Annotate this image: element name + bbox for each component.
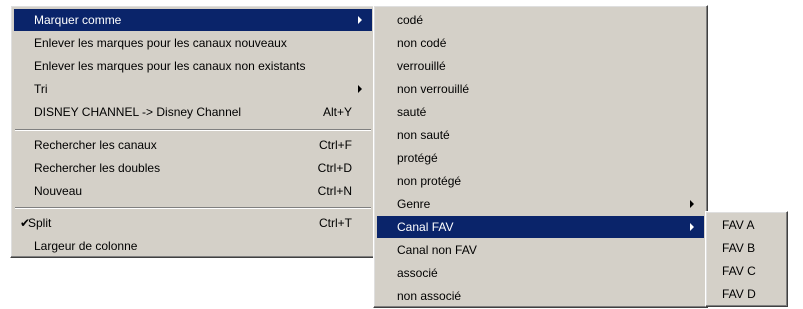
menu-item-label: FAV C xyxy=(722,264,756,278)
submenu-item-fav-c[interactable]: FAV C xyxy=(709,260,784,282)
submenu-item-genre[interactable]: Genre xyxy=(377,193,704,215)
menu-item-shortcut: Alt+Y xyxy=(322,105,352,119)
submenu-item-fav-b[interactable]: FAV B xyxy=(709,237,784,259)
menu-item-shortcut: Ctrl+F xyxy=(319,138,352,152)
submenu-marquer-comme: codé non codé verrouillé non verrouillé … xyxy=(373,5,708,308)
menu-item-label: protégé xyxy=(397,151,438,165)
menu-item-label: non protégé xyxy=(397,174,462,188)
submenu-item-fav-d[interactable]: FAV D xyxy=(709,283,784,305)
menu-item-label: Rechercher les canaux xyxy=(34,138,157,152)
menu-item-enlever-non-existants[interactable]: Enlever les marques pour les canaux non … xyxy=(14,55,372,77)
submenu-arrow-icon xyxy=(690,223,694,231)
menu-separator xyxy=(15,207,371,209)
submenu-arrow-icon xyxy=(358,16,362,24)
menu-item-label: Marquer comme xyxy=(34,13,122,27)
menu-item-label: associé xyxy=(397,266,438,280)
menu-item-label: Rechercher les doubles xyxy=(34,161,161,175)
menu-item-nouveau[interactable]: Nouveau Ctrl+N xyxy=(14,180,372,202)
menu-separator xyxy=(15,129,371,131)
menu-item-label: Canal non FAV xyxy=(397,243,477,257)
menu-item-disney-channel[interactable]: DISNEY CHANNEL -> Disney Channel Alt+Y xyxy=(14,101,372,123)
submenu-item-code[interactable]: codé xyxy=(377,9,704,31)
menu-item-label: Largeur de colonne xyxy=(34,239,138,253)
menu-item-label: non associé xyxy=(397,289,462,303)
submenu-item-fav-a[interactable]: FAV A xyxy=(709,214,784,236)
submenu-arrow-icon xyxy=(690,200,694,208)
submenu-item-associe[interactable]: associé xyxy=(377,262,704,284)
menu-item-label: Canal FAV xyxy=(397,220,454,234)
menu-item-label: Tri xyxy=(34,82,48,96)
menu-item-marquer-comme[interactable]: Marquer comme xyxy=(14,9,372,31)
menu-item-label: Genre xyxy=(397,197,431,211)
menu-item-label: DISNEY CHANNEL -> Disney Channel xyxy=(34,105,242,119)
submenu-item-non-code[interactable]: non codé xyxy=(377,32,704,54)
submenu-item-non-saute[interactable]: non sauté xyxy=(377,124,704,146)
submenu-item-canal-non-fav[interactable]: Canal non FAV xyxy=(377,239,704,261)
menu-item-largeur-colonne[interactable]: Largeur de colonne xyxy=(14,235,372,257)
submenu-canal-fav: FAV A FAV B FAV C FAV D xyxy=(705,211,788,307)
menu-item-label: Enlever les marques pour les canaux nouv… xyxy=(34,36,287,50)
menu-item-label: FAV B xyxy=(722,241,756,255)
menu-item-enlever-nouveaux[interactable]: Enlever les marques pour les canaux nouv… xyxy=(14,32,372,54)
menu-item-split[interactable]: ✔ Split Ctrl+T xyxy=(14,212,372,234)
menu-item-label: non sauté xyxy=(397,128,450,142)
submenu-item-non-verrouille[interactable]: non verrouillé xyxy=(377,78,704,100)
menu-item-label: Split xyxy=(28,216,52,230)
menu-item-label: Nouveau xyxy=(34,184,83,198)
menu-item-label: codé xyxy=(397,13,424,27)
menu-item-label: non codé xyxy=(397,36,447,50)
menu-item-shortcut: Ctrl+D xyxy=(317,161,352,175)
submenu-item-verrouille[interactable]: verrouillé xyxy=(377,55,704,77)
menu-item-shortcut: Ctrl+N xyxy=(317,184,352,198)
context-menu-main: Marquer comme Enlever les marques pour l… xyxy=(10,5,376,258)
menu-item-label: non verrouillé xyxy=(397,82,470,96)
submenu-item-non-associe[interactable]: non associé xyxy=(377,285,704,307)
menu-item-label: sauté xyxy=(397,105,427,119)
submenu-item-non-protege[interactable]: non protégé xyxy=(377,170,704,192)
menu-item-label: FAV D xyxy=(722,287,756,301)
menu-item-tri[interactable]: Tri xyxy=(14,78,372,100)
submenu-arrow-icon xyxy=(358,85,362,93)
submenu-item-canal-fav[interactable]: Canal FAV xyxy=(377,216,704,238)
submenu-item-protege[interactable]: protégé xyxy=(377,147,704,169)
menu-item-rechercher-doubles[interactable]: Rechercher les doubles Ctrl+D xyxy=(14,157,372,179)
menu-item-shortcut: Ctrl+T xyxy=(319,216,352,230)
menu-item-label: verrouillé xyxy=(397,59,446,73)
menu-item-label: FAV A xyxy=(722,218,755,232)
menu-item-label: Enlever les marques pour les canaux non … xyxy=(34,59,306,73)
submenu-item-saute[interactable]: sauté xyxy=(377,101,704,123)
menu-item-rechercher-canaux[interactable]: Rechercher les canaux Ctrl+F xyxy=(14,134,372,156)
